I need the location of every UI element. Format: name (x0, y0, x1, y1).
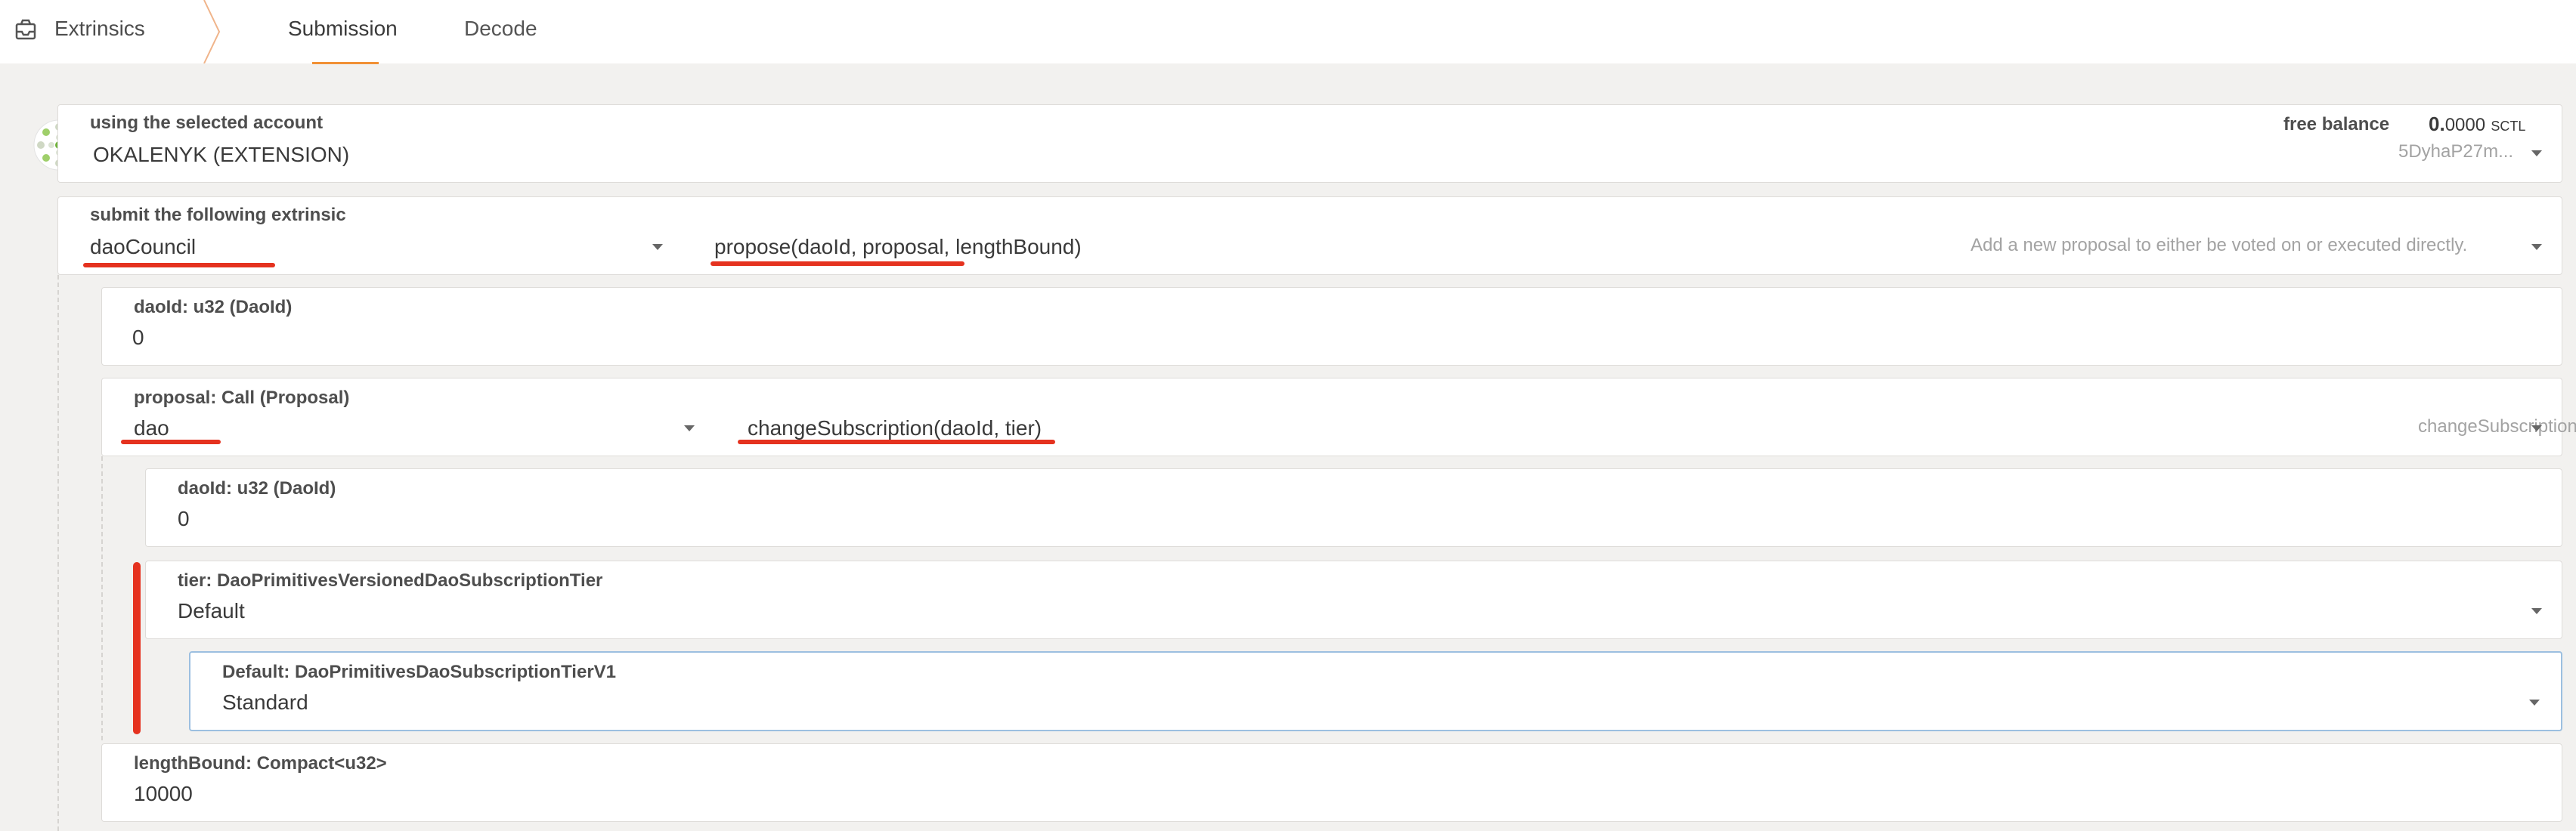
pallet-chevron-down-icon[interactable] (652, 244, 663, 250)
param-label: daoId: u32 (DaoId) (178, 478, 336, 499)
param-length-bound[interactable]: lengthBound: Compact<u32> 10000 (101, 743, 2562, 822)
tier-chevron-down-icon[interactable] (2531, 608, 2542, 614)
proposal-method-chevron-down-icon[interactable] (2531, 425, 2542, 431)
inbox-icon (15, 19, 36, 40)
top-navigation: Extrinsics Submission Decode (0, 0, 2576, 64)
section-title: Extrinsics (54, 17, 145, 40)
method-chevron-down-icon[interactable] (2531, 244, 2542, 250)
param-proposal: proposal: Call (Proposal) dao changeSubs… (101, 378, 2576, 456)
param-value[interactable]: 10000 (134, 782, 193, 806)
account-selector[interactable]: using the selected account OKALENYK (EXT… (57, 104, 2562, 183)
param-dao-id[interactable]: daoId: u32 (DaoId) 0 (101, 287, 2562, 366)
proposal-pallet-chevron-down-icon[interactable] (684, 425, 695, 431)
proposal-method-select-value[interactable]: changeSubscription(daoId, tier) (748, 416, 1042, 440)
nav-section-extrinsics[interactable]: Extrinsics (0, 0, 221, 63)
param-label: proposal: Call (Proposal) (134, 388, 350, 408)
param-inner-dao-id[interactable]: daoId: u32 (DaoId) 0 (145, 468, 2562, 547)
extrinsic-label: submit the following extrinsic (90, 205, 346, 225)
annotation-underline-pallet (83, 263, 275, 267)
proposal-pallet-select-value[interactable]: dao (134, 416, 169, 440)
breadcrumb-chevron-icon (203, 0, 221, 63)
chevron-down-icon[interactable] (2531, 150, 2542, 156)
account-name: OKALENYK (EXTENSION) (93, 143, 350, 166)
param-value[interactable]: 0 (132, 326, 144, 350)
annotation-vertical-bar (133, 562, 141, 734)
param-label: lengthBound: Compact<u32> (134, 753, 387, 774)
param-label: tier: DaoPrimitivesVersionedDaoSubscript… (178, 570, 603, 591)
active-tab-indicator (312, 62, 379, 64)
tier-default-select-value[interactable]: Standard (222, 690, 308, 715)
param-label: Default: DaoPrimitivesDaoSubscriptionTie… (222, 662, 617, 682)
free-balance-value: 0.0000 SCTL (2429, 113, 2526, 135)
param-guide-line (57, 275, 59, 831)
extrinsics-page: Extrinsics Submission Decode using the s… (0, 0, 2576, 831)
proposal-method-description: changeSubscription (2418, 416, 2576, 437)
method-description: Add a new proposal to either be voted on… (1971, 235, 2468, 255)
method-select-value[interactable]: propose(daoId, proposal, lengthBound) (714, 235, 1082, 259)
extrinsic-selector: submit the following extrinsic daoCounci… (57, 196, 2562, 275)
tab-submission[interactable]: Submission (288, 17, 398, 41)
param-tier-default[interactable]: Default: DaoPrimitivesDaoSubscriptionTie… (189, 651, 2562, 731)
account-address: 5DyhaP27m... (2398, 141, 2514, 162)
pallet-select-value[interactable]: daoCouncil (90, 235, 196, 259)
free-balance-label: free balance (2283, 114, 2390, 134)
param-tier[interactable]: tier: DaoPrimitivesVersionedDaoSubscript… (145, 561, 2562, 639)
tier-default-chevron-down-icon[interactable] (2529, 700, 2540, 706)
nested-param-guide-line (101, 456, 103, 740)
annotation-underline-method (711, 261, 964, 266)
annotation-underline-proposal-pallet (121, 440, 221, 444)
param-label: daoId: u32 (DaoId) (134, 297, 293, 317)
tab-decode[interactable]: Decode (464, 17, 537, 41)
annotation-underline-proposal-method (738, 440, 1055, 444)
param-value[interactable]: 0 (178, 507, 190, 531)
account-label: using the selected account (90, 113, 324, 133)
tier-select-value[interactable]: Default (178, 599, 245, 623)
